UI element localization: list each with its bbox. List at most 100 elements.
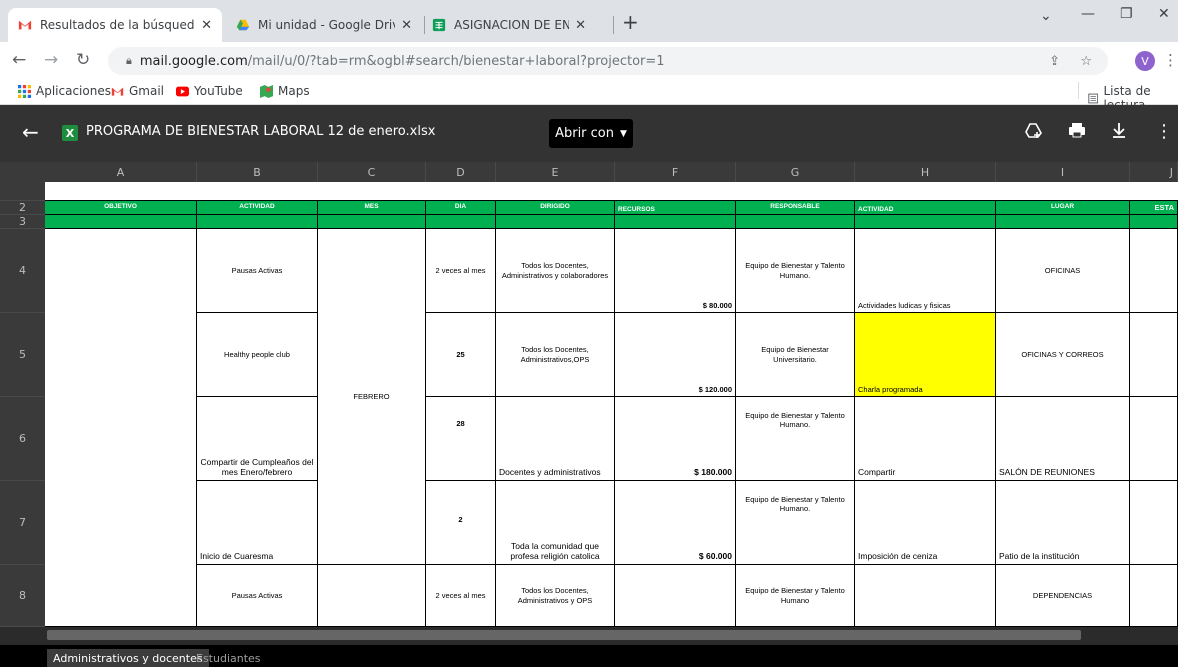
minimize-icon[interactable]: — bbox=[1081, 6, 1095, 22]
dia-cell[interactable]: 2 veces al mes bbox=[426, 565, 496, 627]
tab-search-icon[interactable]: ⌄ bbox=[1040, 8, 1052, 24]
dirigido-cell[interactable]: Todos los Docentes, Administrativos y co… bbox=[496, 229, 615, 313]
responsable-cell[interactable]: Equipo de Bienestar Universitario. bbox=[736, 313, 855, 397]
tab-sheets-title[interactable]: ASIGNACION DE ENTREVISTAS 2... ✕ bbox=[450, 8, 590, 42]
header-cell[interactable]: MES bbox=[318, 201, 426, 215]
lock-icon[interactable]: 🔒︎ bbox=[126, 54, 132, 68]
header-cell[interactable]: ACTIVIDAD bbox=[197, 201, 318, 215]
actividad-detalle-cell[interactable] bbox=[855, 565, 996, 627]
responsable-cell[interactable]: Equipo de Bienestar y Talento Humano. bbox=[736, 229, 855, 313]
open-with-button[interactable]: Abrir con ▼ bbox=[549, 119, 633, 148]
estado-cell[interactable] bbox=[1130, 397, 1178, 481]
dia-cell[interactable]: 28 bbox=[426, 397, 496, 481]
green-cell[interactable] bbox=[1130, 215, 1178, 229]
avatar[interactable]: V bbox=[1135, 51, 1155, 71]
sheet-tab-administrativos[interactable]: Administrativos y docentes bbox=[47, 649, 209, 667]
actividad-detalle-cell[interactable]: Imposición de ceniza bbox=[855, 481, 996, 565]
dia-cell[interactable]: 25 bbox=[426, 313, 496, 397]
tab-close-icon[interactable]: ✕ bbox=[575, 18, 586, 33]
header-cell[interactable]: RECURSOS bbox=[615, 201, 736, 215]
sheet-tab-estudiantes[interactable]: Estudiantes bbox=[190, 649, 267, 667]
month-cell[interactable]: FEBRERO bbox=[318, 229, 426, 565]
actividad-cell[interactable]: Healthy people club bbox=[197, 313, 318, 397]
green-cell[interactable] bbox=[736, 215, 855, 229]
lugar-cell[interactable]: OFICINAS bbox=[996, 229, 1130, 313]
lugar-cell[interactable]: SALÓN DE REUNIONES bbox=[996, 397, 1130, 481]
address-bar[interactable]: 🔒︎ mail.google.com /mail/u/0/?tab=rm&ogb… bbox=[108, 47, 1108, 75]
header-cell[interactable]: LUGAR bbox=[996, 201, 1130, 215]
month-cell-empty[interactable] bbox=[318, 565, 426, 627]
recursos-cell[interactable]: $ 120.000 bbox=[615, 313, 736, 397]
dirigido-cell[interactable]: Toda la comunidad que profesa religión c… bbox=[496, 481, 615, 565]
responsable-cell[interactable]: Equipo de Bienestar y Talento Humano bbox=[736, 565, 855, 627]
share-icon[interactable]: ⇪ bbox=[1049, 54, 1060, 69]
bookmark-apps[interactable]: Aplicaciones bbox=[18, 84, 111, 98]
responsable-cell[interactable]: Equipo de Bienestar y Talento Humano. bbox=[736, 481, 855, 565]
dia-cell[interactable]: 2 bbox=[426, 481, 496, 565]
green-cell[interactable] bbox=[318, 215, 426, 229]
bookmark-gmail[interactable]: Gmail bbox=[111, 84, 164, 98]
actividad-cell[interactable]: Inicio de Cuaresma bbox=[197, 481, 318, 565]
actividad-cell[interactable]: Compartir de Cumpleaños del mes Enero/fe… bbox=[197, 397, 318, 481]
header-cell[interactable]: OBJETIVO bbox=[45, 201, 197, 215]
lugar-cell[interactable]: OFICINAS Y CORREOS bbox=[996, 313, 1130, 397]
estado-cell[interactable] bbox=[1130, 229, 1178, 313]
tab-close-icon[interactable]: ✕ bbox=[201, 18, 212, 33]
menu-kebab-icon[interactable]: ⋮ bbox=[1163, 51, 1178, 69]
bookmark-youtube[interactable]: YouTube bbox=[176, 84, 243, 98]
actividad-detalle-cell[interactable]: Charla programada bbox=[855, 313, 996, 397]
green-cell[interactable] bbox=[996, 215, 1130, 229]
back-arrow-icon[interactable]: ← bbox=[22, 120, 39, 144]
dirigido-cell[interactable]: Docentes y administrativos bbox=[496, 397, 615, 481]
more-options-icon[interactable]: ⋮ bbox=[1155, 121, 1173, 142]
dirigido-cell[interactable]: Todos los Docentes, Administrativos,OPS bbox=[496, 313, 615, 397]
recursos-cell[interactable] bbox=[615, 565, 736, 627]
lugar-cell[interactable]: DEPENDENCIAS bbox=[996, 565, 1130, 627]
green-cell[interactable] bbox=[496, 215, 615, 229]
download-icon[interactable] bbox=[1111, 121, 1127, 144]
tab-close-icon[interactable]: ✕ bbox=[401, 18, 412, 33]
tab-gmail-search[interactable]: Resultados de la búsqueda - b.p... ✕ bbox=[8, 8, 222, 42]
dirigido-cell[interactable]: Todos los Docentes, Administrativos y OP… bbox=[496, 565, 615, 627]
green-cell[interactable] bbox=[855, 215, 996, 229]
header-cell[interactable]: DIA bbox=[426, 201, 496, 215]
header-cell[interactable]: RESPONSABLE bbox=[736, 201, 855, 215]
responsable-cell[interactable]: Equipo de Bienestar y Talento Humano. bbox=[736, 397, 855, 481]
recursos-cell[interactable]: $ 60.000 bbox=[615, 481, 736, 565]
actividad-detalle-cell[interactable]: Actividades ludicas y fisicas bbox=[855, 229, 996, 313]
estado-cell[interactable] bbox=[1130, 565, 1178, 627]
tab-drive[interactable]: Mi unidad - Google Drive ✕ bbox=[226, 8, 422, 42]
recursos-cell[interactable]: $ 80.000 bbox=[615, 229, 736, 313]
dia-cell[interactable]: 2 veces al mes bbox=[426, 229, 496, 313]
maximize-icon[interactable]: ❐ bbox=[1120, 6, 1133, 22]
back-icon[interactable]: ← bbox=[12, 50, 26, 70]
add-to-drive-icon[interactable] bbox=[1025, 121, 1043, 144]
bookmark-label: Gmail bbox=[129, 84, 165, 98]
green-cell[interactable] bbox=[197, 215, 318, 229]
actividad-cell[interactable]: Pausas Activas bbox=[197, 565, 318, 627]
new-tab-icon[interactable]: + bbox=[622, 10, 639, 34]
reload-icon[interactable]: ↻ bbox=[76, 50, 90, 70]
estado-cell[interactable] bbox=[1130, 313, 1178, 397]
column-header: I bbox=[996, 162, 1130, 182]
actividad-cell[interactable]: Pausas Activas bbox=[197, 229, 318, 313]
print-icon[interactable] bbox=[1068, 121, 1086, 144]
header-cell[interactable]: DIRIGIDO bbox=[496, 201, 615, 215]
bookmark-maps[interactable]: Maps bbox=[260, 84, 310, 98]
objetivo-merged-cell[interactable] bbox=[45, 229, 197, 627]
green-cell[interactable] bbox=[426, 215, 496, 229]
lugar-cell[interactable]: Patio de la institución bbox=[996, 481, 1130, 565]
close-window-icon[interactable]: ✕ bbox=[1158, 6, 1170, 22]
estado-cell[interactable] bbox=[1130, 481, 1178, 565]
forward-icon[interactable]: → bbox=[44, 50, 58, 70]
header-cell[interactable]: ACTIVIDAD bbox=[855, 201, 996, 215]
bookmark-star-icon[interactable]: ☆ bbox=[1080, 54, 1092, 69]
header-cell[interactable]: ESTA bbox=[1130, 201, 1178, 215]
tab-title: ASIGNACION DE ENTREVISTAS 2... bbox=[454, 18, 570, 32]
green-cell[interactable] bbox=[615, 215, 736, 229]
horizontal-scrollbar[interactable] bbox=[47, 630, 1081, 640]
actividad-detalle-cell[interactable]: Compartir bbox=[855, 397, 996, 481]
gmail-icon bbox=[18, 20, 32, 30]
recursos-cell[interactable]: $ 180.000 bbox=[615, 397, 736, 481]
green-cell[interactable] bbox=[45, 215, 197, 229]
